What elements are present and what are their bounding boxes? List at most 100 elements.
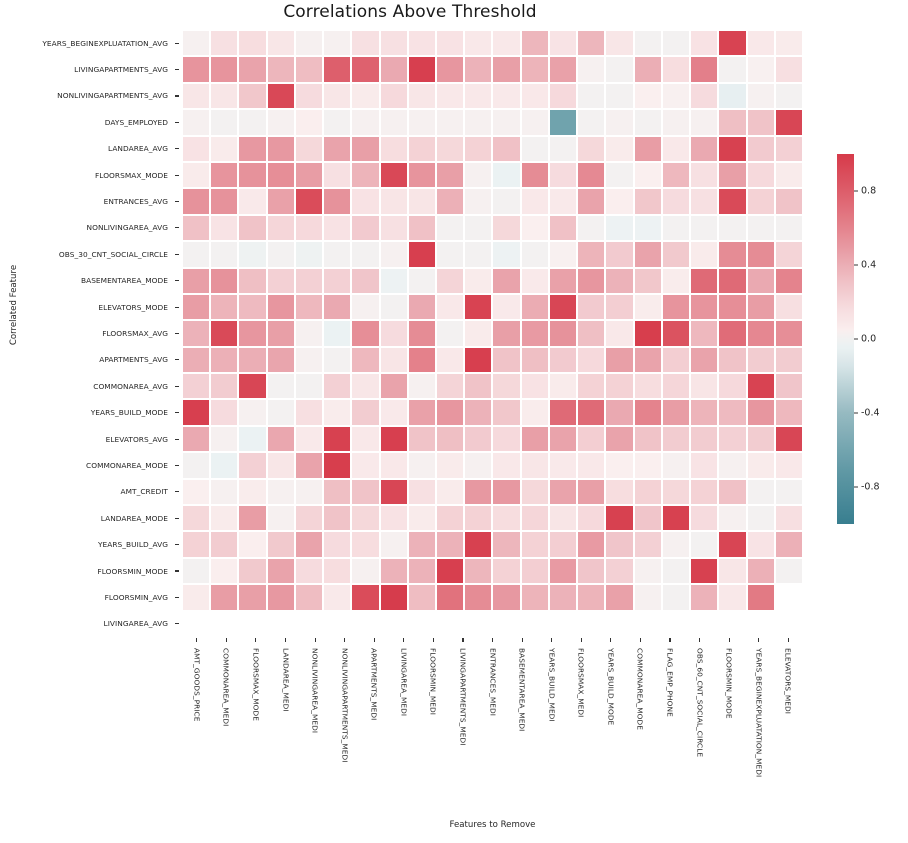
heatmap-cell (436, 109, 465, 136)
heatmap-cell (407, 30, 437, 57)
heatmap-cell (746, 399, 775, 426)
heatmap-cell (492, 346, 521, 374)
heatmap-cell (492, 241, 521, 268)
heatmap-cell (323, 557, 352, 585)
heatmap-cell (661, 30, 691, 57)
y-tick-mark (175, 399, 182, 425)
heatmap-cell (323, 399, 352, 426)
x-tick-label: ELEVATORS_MEDI (783, 648, 793, 714)
heatmap-cell (436, 478, 465, 506)
heatmap-cell (210, 214, 239, 242)
heatmap-cell (492, 557, 521, 585)
heatmap-cell (323, 188, 352, 215)
heatmap-cell (492, 188, 521, 215)
heatmap-cell (718, 373, 747, 400)
heatmap-cell (210, 557, 239, 585)
heatmap-cell (323, 425, 352, 453)
heatmap-cell (605, 425, 634, 453)
heatmap-cell (577, 452, 606, 479)
heatmap-cell (577, 399, 606, 426)
x-tick-mark (241, 638, 271, 645)
heatmap-cell (266, 135, 295, 162)
heatmap-cell (577, 293, 606, 321)
heatmap-cell (182, 214, 211, 242)
heatmap-cell (294, 531, 324, 558)
heatmap-cell (492, 109, 521, 136)
heatmap-cell (436, 584, 465, 611)
heatmap-cell (379, 373, 408, 400)
heatmap-cell (379, 478, 408, 506)
heatmap-cell (182, 82, 211, 110)
y-tick-mark (175, 320, 182, 346)
heatmap-cell (492, 82, 521, 110)
heatmap-cell (520, 161, 549, 189)
heatmap-cell (266, 584, 295, 611)
heatmap-cell (323, 30, 352, 57)
heatmap-cell (294, 82, 324, 110)
heatmap-cell (577, 135, 606, 162)
heatmap-cell (238, 373, 267, 400)
heatmap-cell (323, 82, 352, 110)
heatmap-cell (661, 425, 691, 453)
heatmap-cell (661, 584, 691, 611)
heatmap-cell (690, 267, 719, 294)
y-tick-label: FLOORSMIN_AVG (104, 592, 168, 602)
heatmap-cell (323, 241, 352, 268)
x-tick-mark (507, 638, 537, 645)
heatmap-cell (548, 188, 578, 215)
heatmap-cell (464, 82, 493, 110)
heatmap-cell (436, 373, 465, 400)
heatmap-cell (379, 56, 408, 83)
heatmap-cell (266, 214, 295, 242)
x-tick-mark (626, 638, 656, 645)
x-tick-label-slot: ELEVATORS_MEDI (774, 648, 804, 808)
heatmap-cell (746, 557, 775, 585)
heatmap-cell (690, 320, 719, 347)
heatmap-cell (661, 478, 691, 506)
heatmap-cell (436, 214, 465, 242)
heatmap-cell (238, 135, 267, 162)
heatmap-cell (746, 373, 775, 400)
heatmap-cell (436, 161, 465, 189)
heatmap-cell (690, 161, 719, 189)
y-tick-mark (175, 426, 182, 452)
heatmap-cell (492, 135, 521, 162)
heatmap-cell (520, 267, 549, 294)
heatmap-cell (379, 584, 408, 611)
colorbar-tick: 0.0 (854, 334, 876, 345)
x-tick-mark (774, 638, 804, 645)
heatmap-cell (266, 505, 295, 532)
heatmap-cell (746, 478, 775, 506)
y-tick-label: YEARS_BUILD_MODE (90, 408, 168, 418)
heatmap-cell (379, 161, 408, 189)
heatmap-cell (294, 399, 324, 426)
heatmap-cell (718, 56, 747, 83)
y-tick-mark (175, 347, 182, 373)
heatmap-cell (379, 214, 408, 242)
heatmap-cell (464, 30, 493, 57)
x-tick-label: COMMONAREA_MEDI (221, 648, 231, 727)
heatmap-cell (210, 320, 239, 347)
x-tick-label-slot: FLOORSMAX_MEDI (567, 648, 597, 808)
heatmap-cell (210, 267, 239, 294)
heatmap-cell (351, 399, 380, 426)
colorbar-tick-mark (854, 486, 858, 488)
x-tick-mark (685, 638, 715, 645)
heatmap-cell (464, 241, 493, 268)
heatmap-cell (492, 214, 521, 242)
heatmap-cell (351, 505, 380, 532)
heatmap-cell (520, 452, 549, 479)
heatmap-cell (464, 425, 493, 453)
heatmap-cell (492, 293, 521, 321)
heatmap-cell (266, 267, 295, 294)
heatmap-cell (351, 452, 380, 479)
heatmap-cell (294, 425, 324, 453)
heatmap-cell (407, 241, 437, 268)
colorbar-tick-text: -0.8 (861, 481, 880, 493)
x-tick-label: FLOORSMAX_MEDI (576, 648, 586, 718)
heatmap-cell (633, 82, 662, 110)
heatmap-cell (633, 135, 662, 162)
heatmap-cell (605, 214, 634, 242)
heatmap-cell (379, 267, 408, 294)
heatmap-cell (690, 425, 719, 453)
